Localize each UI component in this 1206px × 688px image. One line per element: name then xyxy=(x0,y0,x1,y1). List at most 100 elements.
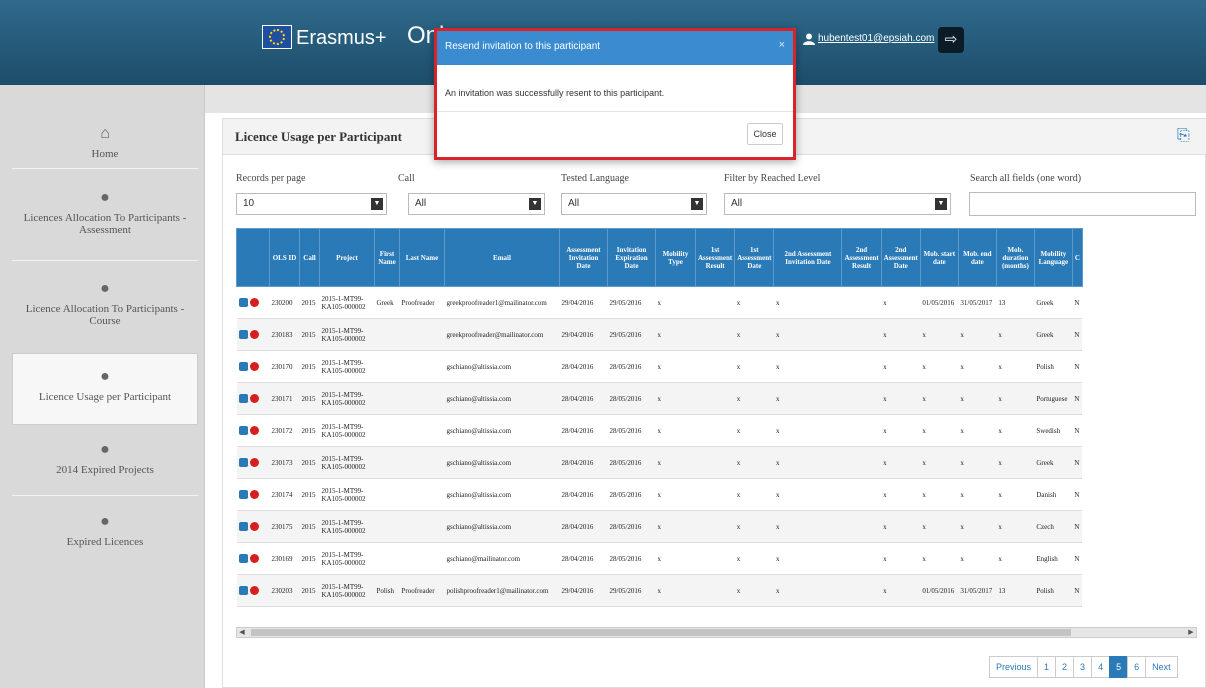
column-header[interactable]: 1st Assessment Result xyxy=(694,228,736,287)
sidebar-item-2014-expired-projects[interactable]: ● 2014 Expired Projects xyxy=(12,441,198,476)
edit-icon[interactable] xyxy=(238,426,248,435)
table-cell: Greek xyxy=(374,286,400,319)
pagination-page[interactable]: 6 xyxy=(1127,656,1147,678)
delete-icon[interactable] xyxy=(249,426,259,435)
export-icon[interactable]: ⎘ xyxy=(1177,127,1195,145)
table-cell: x xyxy=(920,350,959,383)
close-button[interactable]: Close xyxy=(747,123,783,145)
edit-icon[interactable] xyxy=(238,586,248,595)
user-email-link[interactable]: hubentest01@epsiah.com xyxy=(818,33,934,44)
pagination-page[interactable]: 3 xyxy=(1073,656,1093,678)
column-header[interactable]: Assessment Invitation Date xyxy=(559,228,608,287)
edit-icon[interactable] xyxy=(238,522,248,531)
sidebar-item-label: Expired Licences xyxy=(66,536,144,548)
delete-icon[interactable] xyxy=(249,522,259,531)
column-header[interactable]: Last Name xyxy=(399,228,445,287)
table-cell: x xyxy=(773,478,842,511)
edit-icon[interactable] xyxy=(238,362,248,371)
scrollbar-thumb[interactable] xyxy=(251,629,1071,636)
call-select[interactable]: All ▼ xyxy=(408,193,545,215)
delete-icon[interactable] xyxy=(249,298,259,307)
call-value: All xyxy=(415,198,427,209)
edit-icon[interactable] xyxy=(238,554,248,563)
table-cell: 2015-1-MT99-KA105-000002 xyxy=(319,510,375,543)
column-header[interactable]: Mobility Language xyxy=(1033,228,1073,287)
table-cell: gschiano@altissia.com xyxy=(444,478,560,511)
sidebar-item-expired-licences[interactable]: ● Expired Licences xyxy=(12,513,198,548)
column-header[interactable]: Project xyxy=(319,228,375,287)
tested-language-select[interactable]: All ▼ xyxy=(561,193,707,215)
delete-icon[interactable] xyxy=(249,394,259,403)
pagination-page[interactable]: 2 xyxy=(1055,656,1075,678)
column-header[interactable]: Mob. end date xyxy=(957,228,997,287)
table-cell: x xyxy=(881,382,921,415)
delete-icon[interactable] xyxy=(249,458,259,467)
modal-message: An invitation was successfully resent to… xyxy=(445,88,665,98)
edit-icon[interactable] xyxy=(238,298,248,307)
delete-icon[interactable] xyxy=(249,554,259,563)
edit-icon[interactable] xyxy=(238,458,248,467)
row-actions xyxy=(236,286,270,319)
reached-level-value: All xyxy=(731,198,743,209)
table-cell: 2015-1-MT99-KA105-000002 xyxy=(319,446,375,479)
table-cell: 2015 xyxy=(299,542,320,575)
table-cell: x xyxy=(881,478,921,511)
table-row: 230169 2015 2015-1-MT99-KA105-000002 gschia… xyxy=(236,542,1083,575)
column-header[interactable]: C xyxy=(1071,228,1083,287)
delete-icon[interactable] xyxy=(249,362,259,371)
sidebar-item-licences-allocation-assessment[interactable]: ● Licences Allocation To Participants - … xyxy=(12,189,198,236)
delete-icon[interactable] xyxy=(249,490,259,499)
sidebar-item-label: 2014 Expired Projects xyxy=(56,464,154,476)
column-header[interactable]: Mobility Type xyxy=(655,228,696,287)
table-cell: Swedish xyxy=(1034,414,1073,447)
reached-level-select[interactable]: All ▼ xyxy=(724,193,951,215)
column-header[interactable]: Mob. duration (months) xyxy=(995,228,1035,287)
table-cell: 01/05/2016 xyxy=(920,574,959,607)
sidebar-item-licence-usage[interactable]: ● Licence Usage per Participant xyxy=(12,353,198,425)
column-header[interactable]: 2nd Assessment Invitation Date xyxy=(773,228,843,287)
table-cell xyxy=(399,382,445,415)
scroll-left-icon[interactable]: ◀ xyxy=(237,628,247,637)
edit-icon[interactable] xyxy=(238,394,248,403)
table-row: 230200 2015 2015-1-MT99-KA105-000002 Greek P… xyxy=(236,286,1083,319)
logout-button[interactable]: ⇨ xyxy=(938,27,964,53)
table-row: 230183 2015 2015-1-MT99-KA105-000002 greekp… xyxy=(236,318,1083,351)
pagination-page[interactable]: 1 xyxy=(1037,656,1057,678)
column-header[interactable]: Call xyxy=(299,228,320,287)
edit-icon[interactable] xyxy=(238,490,248,499)
row-actions xyxy=(236,382,270,415)
table-cell xyxy=(695,478,735,511)
table-cell: Proofreader xyxy=(399,574,445,607)
column-header[interactable]: OLS ID xyxy=(269,228,300,287)
column-header[interactable]: Email xyxy=(444,228,560,287)
horizontal-scrollbar[interactable]: ◀ ▶ xyxy=(236,627,1197,638)
sidebar-item-home[interactable]: ⌂ Home xyxy=(12,125,198,160)
delete-icon[interactable] xyxy=(249,586,259,595)
pagination-previous[interactable]: Previous xyxy=(989,656,1039,678)
table-cell: x xyxy=(734,414,774,447)
column-header[interactable]: Mob. start date xyxy=(919,228,959,287)
column-header[interactable]: 2nd Assessment Result xyxy=(841,228,882,287)
column-header[interactable]: Invitation Expiration Date xyxy=(607,228,656,287)
row-actions xyxy=(236,574,270,607)
column-header[interactable] xyxy=(236,228,270,287)
column-header[interactable]: 2nd Assessment Date xyxy=(880,228,921,287)
sidebar-item-licence-allocation-course[interactable]: ● Licence Allocation To Participants - C… xyxy=(12,280,198,327)
table-cell: 28/04/2016 xyxy=(559,478,608,511)
delete-icon[interactable] xyxy=(249,330,259,339)
scroll-right-icon[interactable]: ▶ xyxy=(1186,628,1196,637)
table-cell: 28/05/2016 xyxy=(607,446,656,479)
table-cell: x xyxy=(881,510,921,543)
table-header-row: OLS ID Call Project First Name Last Name… xyxy=(236,228,1083,287)
edit-icon[interactable] xyxy=(238,330,248,339)
pagination-next[interactable]: Next xyxy=(1145,656,1178,678)
column-header[interactable]: 1st Assessment Date xyxy=(734,228,775,287)
column-header[interactable]: First Name xyxy=(374,228,400,287)
pagination-page[interactable]: 4 xyxy=(1091,656,1111,678)
close-icon[interactable]: × xyxy=(779,39,785,51)
records-per-page-select[interactable]: 10 ▼ xyxy=(236,193,387,215)
search-input[interactable] xyxy=(969,192,1196,216)
sidebar-divider xyxy=(12,168,198,169)
pagination-page-active[interactable]: 5 xyxy=(1109,656,1129,678)
records-per-page-label: Records per page xyxy=(236,173,306,184)
